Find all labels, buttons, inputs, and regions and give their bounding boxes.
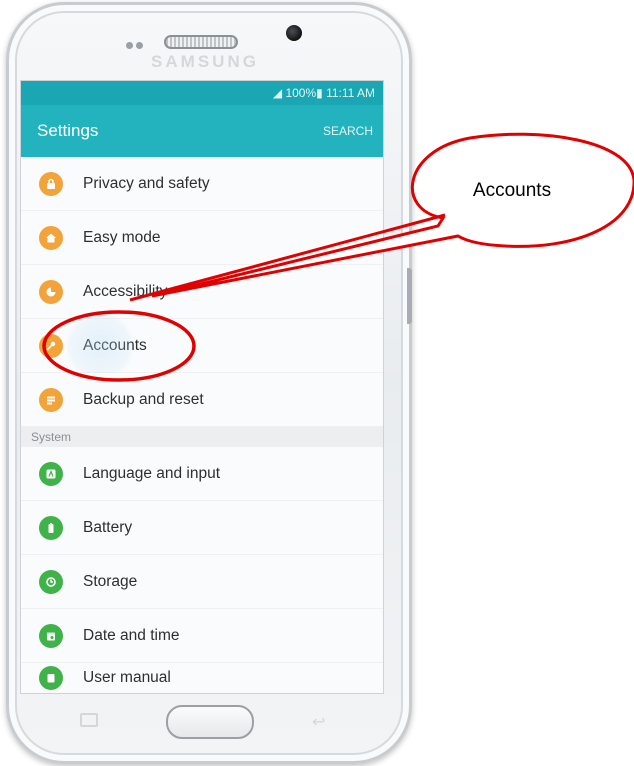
earpiece-speaker bbox=[164, 35, 238, 49]
list-item-accounts[interactable]: Accounts bbox=[21, 311, 383, 381]
list-item-storage[interactable]: Storage bbox=[21, 555, 383, 609]
status-bar-text: ◢ 100%▮ 11:11 AM bbox=[272, 86, 375, 100]
list-item-label: Battery bbox=[83, 518, 133, 536]
list-item-language[interactable]: Language and input bbox=[21, 447, 383, 501]
list-item-label: Backup and reset bbox=[83, 390, 204, 408]
list-item-label: Privacy and safety bbox=[83, 174, 210, 192]
callout-label: Accounts bbox=[472, 180, 552, 201]
list-item-privacy[interactable]: Privacy and safety bbox=[21, 157, 383, 211]
search-button[interactable]: SEARCH bbox=[323, 124, 373, 138]
manual-icon bbox=[39, 666, 63, 690]
sensor-dots bbox=[126, 36, 150, 49]
list-item-user-manual[interactable]: User manual bbox=[21, 663, 383, 693]
battery-icon bbox=[39, 515, 63, 540]
touch-ripple bbox=[65, 311, 135, 381]
list-item-date-time[interactable]: Date and time bbox=[21, 609, 383, 663]
front-camera-icon bbox=[286, 25, 302, 41]
accessibility-icon bbox=[39, 279, 63, 304]
list-item-backup[interactable]: Backup and reset bbox=[21, 373, 383, 427]
phone-screen: ◢ 100%▮ 11:11 AM Settings SEARCH Privacy… bbox=[20, 80, 384, 694]
list-item-label: User manual bbox=[83, 669, 171, 686]
lock-icon bbox=[39, 171, 63, 196]
app-bar: Settings SEARCH bbox=[21, 105, 383, 157]
storage-icon bbox=[39, 569, 63, 594]
page-title: Settings bbox=[37, 121, 99, 140]
list-item-easy-mode[interactable]: Easy mode bbox=[21, 211, 383, 265]
recent-apps-key-icon[interactable] bbox=[80, 713, 98, 727]
screenshot-canvas: SAMSUNG ◢ 100%▮ 11:11 AM Settings SEARCH… bbox=[0, 0, 634, 766]
home-icon bbox=[39, 225, 63, 250]
brand-logo: SAMSUNG bbox=[151, 52, 259, 71]
back-key-icon[interactable]: ↩ bbox=[312, 712, 325, 732]
section-header-system: System bbox=[21, 427, 383, 447]
volume-button bbox=[407, 268, 412, 324]
list-item-label: Easy mode bbox=[83, 228, 161, 246]
language-icon bbox=[39, 461, 63, 486]
list-item-label: Date and time bbox=[83, 626, 180, 644]
list-item-accessibility[interactable]: Accessibility bbox=[21, 265, 383, 319]
list-item-label: Language and input bbox=[83, 464, 221, 482]
backup-icon bbox=[39, 387, 63, 412]
key-icon bbox=[39, 333, 63, 358]
home-button[interactable] bbox=[166, 705, 254, 739]
list-item-label: Storage bbox=[83, 572, 138, 590]
calendar-icon bbox=[39, 623, 63, 648]
list-item-label: Accessibility bbox=[83, 282, 168, 300]
list-item-battery[interactable]: Battery bbox=[21, 501, 383, 555]
status-bar: ◢ 100%▮ 11:11 AM bbox=[21, 81, 383, 105]
